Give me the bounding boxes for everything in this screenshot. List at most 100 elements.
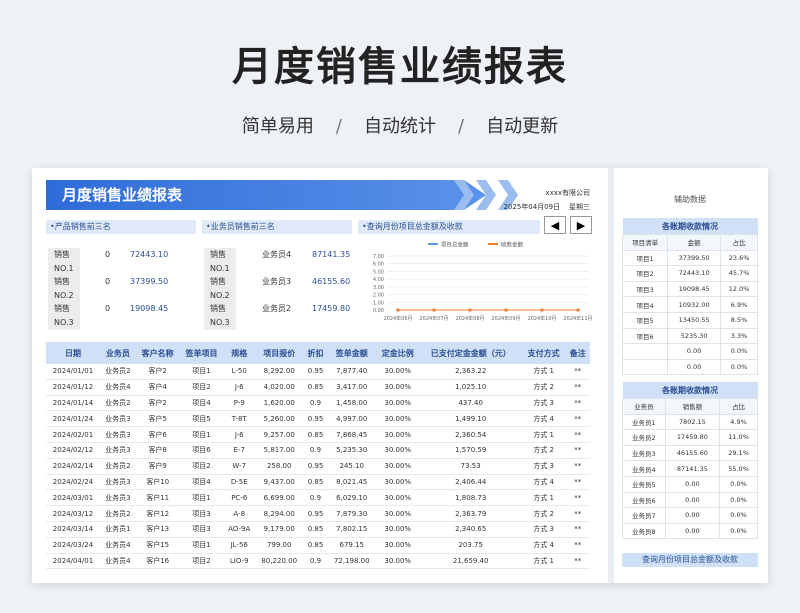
table-cell: 方式 3	[521, 395, 566, 412]
table-cell: 0.95	[303, 505, 328, 522]
report-date-line: 2025年04月09日 星期三	[503, 200, 590, 214]
company-name: xxxx有限公司	[545, 189, 590, 197]
side-cell: 业务员4	[622, 460, 666, 477]
x-tick-label: 2024年07月	[419, 315, 448, 322]
table-cell: 项目3	[179, 521, 224, 538]
side-cell: 45.7%	[720, 265, 758, 282]
table-cell: 6,029.10	[327, 489, 376, 507]
table-cell: 21,659.40	[419, 553, 522, 570]
table-cell: 0.85	[303, 521, 328, 538]
side-row: 项目4 10932.00 6.9%	[621, 296, 758, 313]
section-product-top3: •产品销售前三名	[46, 220, 196, 234]
table-cell: 0.95	[303, 410, 328, 428]
table-cell: LIO-9	[223, 553, 256, 570]
side-cell: 业务员6	[622, 491, 666, 509]
company-info: xxxx有限公司 2025年04月09日 星期三	[503, 186, 590, 214]
table-cell: 0.85	[303, 474, 328, 491]
column-header: 支付方式	[521, 342, 566, 364]
table-cell: 1,499.10	[419, 410, 522, 428]
side-cell: 项目1	[621, 249, 669, 267]
table-cell: 0.85	[303, 379, 328, 396]
side-cell: 0.0%	[719, 491, 758, 509]
side-cell: 23.6%	[720, 249, 758, 267]
hero-title: 月度销售业绩报表	[232, 44, 568, 90]
table-cell: 0.9	[303, 489, 328, 507]
side-row: 业务员2 17459.80 11.0%	[622, 429, 758, 446]
table-cell: 7,877.40	[327, 364, 376, 380]
table-cell: **	[565, 426, 590, 443]
side-cell: 3.3%	[720, 327, 758, 345]
table-header-row: 日期 业务员 客户名称 签单项目 规格 项目报价 折扣 签单金额 定金比例 已支付定金金额（元）支…	[46, 342, 590, 364]
side-cell: 0.00	[667, 358, 722, 376]
table-cell: E-7	[223, 442, 256, 459]
table-cell: 业务员2	[99, 395, 136, 412]
table-cell: 0.85	[303, 426, 328, 443]
side-row: 业务员3 46155.60 29.1%	[622, 444, 758, 462]
table-cell: 2024/01/14	[46, 395, 100, 412]
x-tick-label: 2024年06月	[383, 315, 412, 322]
table-cell: 2,340.65	[419, 521, 522, 538]
table-cell: 0.9	[303, 395, 328, 412]
side-cell: 0.00	[664, 507, 721, 524]
table-cell: **	[565, 489, 590, 507]
rank-label: 销售NO.3	[48, 302, 80, 330]
table-cell: 30.00%	[375, 364, 420, 380]
table-cell: 项目1	[179, 489, 224, 507]
side-cell: 业务员2	[622, 429, 666, 446]
table-cell: 客户9	[135, 458, 180, 475]
prev-month-button[interactable]: ◀	[544, 216, 566, 234]
aux-panel-title: 辅助数据	[674, 195, 706, 204]
table-cell: 客户4	[135, 379, 180, 396]
table-cell: 业务员3	[99, 410, 136, 428]
column-header: 业务员	[99, 342, 136, 364]
table-cell: 30.00%	[375, 489, 420, 507]
product-value: 37399.50	[130, 277, 169, 286]
tag-separator: /	[458, 116, 465, 137]
table-cell: PC-6	[223, 489, 256, 507]
query-caption: 查询月份项目总金额及收款	[622, 553, 758, 567]
report-date: 2025年04月09日	[503, 203, 561, 211]
column-header: 项目报价	[255, 342, 304, 364]
table-cell: 2024/01/12	[46, 379, 100, 396]
side-cell: 业务员8	[622, 522, 666, 540]
side-cell: 7802.15	[664, 413, 721, 431]
side-row: 0.00 0.0%	[621, 343, 758, 360]
side-cell: 0.0%	[719, 507, 758, 524]
table-cell: 8,021.45	[327, 474, 376, 491]
table-cell: 9,437.00	[255, 474, 304, 491]
tag-separator: /	[335, 116, 342, 137]
table-cell: 0.9	[303, 553, 328, 570]
side-cell: 17459.80	[664, 429, 721, 446]
table-cell: 项目3	[179, 505, 224, 522]
table-cell: 30.00%	[375, 426, 420, 443]
column-header: 备注	[565, 342, 590, 364]
side-row: 业务员5 0.00 0.0%	[622, 475, 758, 493]
table-cell: 方式 3	[521, 458, 566, 475]
table-cell: 30.00%	[375, 458, 420, 475]
side-cell	[621, 343, 669, 360]
side-cell: 13450.55	[667, 311, 722, 329]
side-cell: 5235.30	[667, 327, 722, 345]
table-cell: 方式 1	[521, 489, 566, 507]
table-cell: 客户16	[135, 553, 180, 570]
table-cell: 8,294.00	[255, 505, 304, 522]
side-cell: 项目6	[621, 327, 669, 345]
table-cell: 30.00%	[375, 474, 420, 491]
table-cell: 30.00%	[375, 442, 420, 459]
table-cell: JL-56	[223, 537, 256, 554]
table-cell: **	[565, 410, 590, 428]
next-month-button[interactable]: ▶	[570, 216, 592, 234]
table-cell: 7,802.15	[327, 521, 376, 538]
table-cell: 8,292.00	[255, 364, 304, 380]
column-header: 项目清单	[621, 234, 669, 251]
side-cell: 46155.60	[664, 444, 721, 462]
side-cell: 项目4	[621, 296, 669, 313]
table-cell: 2024/01/01	[46, 364, 100, 380]
tag-auto-update: 自动更新	[486, 116, 559, 137]
table-row: 2024/01/14 业务员2 客户2 项目4 P-9 1,620.00 0.9 1,458.…	[46, 395, 590, 412]
table-cell: 437.40	[419, 395, 522, 412]
table-row: 2024/01/24 业务员3 客户5 项目5 T-8T 5,260.00 0.95 4,99…	[46, 410, 590, 428]
side-cell: 6.9%	[720, 296, 758, 313]
table-cell: **	[565, 442, 590, 459]
table-cell: **	[565, 379, 590, 396]
